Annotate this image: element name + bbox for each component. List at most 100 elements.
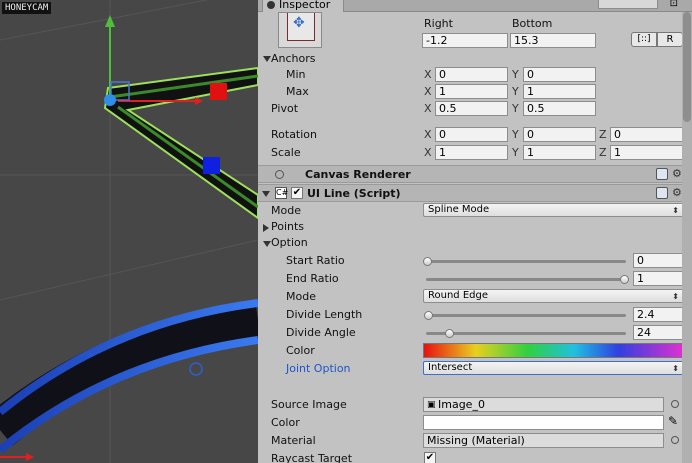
axis-y-label: Y	[512, 68, 519, 81]
bottom-field[interactable]: 15.3	[510, 33, 596, 48]
material-field[interactable]: Missing (Material)	[423, 433, 664, 448]
rotation-z-field[interactable]: 0	[610, 127, 683, 142]
start-ratio-slider-track[interactable]	[426, 260, 626, 263]
points-label[interactable]: Points	[271, 220, 304, 233]
axis-x-label: X	[424, 128, 432, 141]
option-fold-icon[interactable]	[263, 241, 271, 247]
bottom-label: Bottom	[512, 17, 553, 30]
dropdown-arrow-icon: ⬍	[672, 292, 679, 301]
mode-dropdown-value: Spline Mode	[428, 204, 490, 215]
points-fold-icon[interactable]	[263, 224, 269, 232]
divide-angle-slider-track[interactable]	[426, 332, 626, 335]
anchor-preset-icon: ✥	[293, 15, 305, 31]
ui-line-selected[interactable]	[103, 66, 258, 220]
image-icon: ▣	[427, 400, 436, 410]
help-icon[interactable]	[656, 187, 668, 199]
scale-y-field[interactable]: 1	[523, 145, 596, 160]
axis-z-label: Z	[599, 128, 607, 141]
watermark-label: HONEYCAM	[2, 2, 52, 14]
info-icon	[267, 1, 275, 9]
rotation-y-field[interactable]: 0	[523, 127, 596, 142]
option-label[interactable]: Option	[271, 236, 308, 249]
inspector-scrollbar-thumb[interactable]	[683, 12, 691, 122]
axis-x-label: X	[424, 102, 432, 115]
pivot-label: Pivot	[271, 102, 299, 115]
option-mode-dropdown[interactable]: Round Edge ⬍	[423, 289, 684, 303]
divide-length-label: Divide Length	[286, 308, 363, 321]
anchor-preset-button[interactable]: ✥	[278, 12, 322, 48]
source-image-field[interactable]: ▣ Image_0	[423, 397, 664, 412]
lock-icon[interactable]: ⊡	[670, 0, 678, 9]
material-label: Material	[271, 434, 316, 447]
tab-inspector[interactable]: Inspector	[262, 0, 344, 12]
raycast-target-label: Raycast Target	[271, 452, 353, 463]
axis-y-label: Y	[512, 146, 519, 159]
help-icon[interactable]	[656, 168, 668, 180]
anchors-fold-icon[interactable]	[263, 56, 271, 62]
end-ratio-field[interactable]: 1	[633, 271, 683, 286]
source-image-value: Image_0	[438, 398, 485, 411]
rotation-x-field[interactable]: 0	[435, 127, 508, 142]
right-field[interactable]: -1.2	[422, 33, 508, 48]
red-handle[interactable]	[210, 83, 227, 100]
mode-label: Mode	[271, 204, 301, 217]
inspector-panel: Inspector ⊡ ✥ Right Bottom -1.2 15.3 [::…	[258, 0, 692, 463]
right-label: Right	[424, 17, 453, 30]
scale-label: Scale	[271, 146, 301, 159]
start-ratio-slider-thumb[interactable]	[423, 257, 432, 266]
joint-option-label: Joint Option	[286, 362, 351, 375]
canvas-renderer-header[interactable]: Canvas Renderer ⚙	[258, 165, 692, 183]
axis-y-label: Y	[512, 85, 519, 98]
divide-angle-field[interactable]: 24	[633, 325, 683, 340]
divide-angle-slider-thumb[interactable]	[445, 329, 454, 338]
color-swatch-field[interactable]	[423, 415, 664, 430]
scene-view[interactable]: HONEYCAM	[0, 0, 258, 463]
gear-icon[interactable]: ⚙	[672, 186, 682, 199]
anchors-min-y-field[interactable]: 0	[523, 67, 596, 82]
end-ratio-slider-thumb[interactable]	[620, 275, 629, 284]
anchors-max-x-field[interactable]: 1	[435, 84, 508, 99]
anchors-min-label: Min	[286, 68, 306, 81]
divide-angle-label: Divide Angle	[286, 326, 356, 339]
ui-line-fold-icon[interactable]	[262, 191, 270, 197]
color-label: Color	[286, 344, 315, 357]
blue-handle[interactable]	[203, 157, 220, 174]
color-gradient-field[interactable]	[423, 343, 684, 358]
axis-x-label: X	[424, 146, 432, 159]
gear-icon[interactable]: ⚙	[672, 167, 682, 180]
start-ratio-label: Start Ratio	[286, 254, 345, 267]
pivot-x-field[interactable]: 0.5	[435, 101, 508, 116]
joint-option-dropdown[interactable]: Intersect ⬍	[423, 361, 684, 375]
dropdown-arrow-icon: ⬍	[672, 206, 679, 215]
axis-y-label: Y	[512, 128, 519, 141]
anchors-max-label: Max	[286, 85, 309, 98]
scene-canvas	[0, 0, 258, 463]
divide-length-slider-thumb[interactable]	[424, 311, 433, 320]
blueprint-mode-button[interactable]: [::]	[631, 32, 657, 47]
divide-length-field[interactable]: 2.4	[633, 307, 683, 322]
ui-line-enabled-checkbox[interactable]: ✔	[291, 187, 303, 199]
object-picker-icon[interactable]	[671, 400, 679, 408]
ui-line-header[interactable]: C# ✔ UI Line (Script) ⚙	[258, 184, 692, 202]
eyedropper-icon[interactable]: ✎	[668, 414, 678, 428]
mode-dropdown[interactable]: Spline Mode ⬍	[423, 203, 684, 217]
option-mode-dropdown-value: Round Edge	[428, 290, 488, 301]
end-ratio-slider-track[interactable]	[426, 278, 626, 281]
anchors-max-y-field[interactable]: 1	[523, 84, 596, 99]
scale-z-field[interactable]: 1	[610, 145, 683, 160]
ui-line-arc[interactable]	[0, 299, 258, 454]
rotation-label: Rotation	[271, 128, 318, 141]
axis-z-label: Z	[599, 146, 607, 159]
source-image-label: Source Image	[271, 398, 347, 411]
start-ratio-field[interactable]: 0	[633, 253, 683, 268]
anchors-min-x-field[interactable]: 0	[435, 67, 508, 82]
divide-length-slider-track[interactable]	[426, 314, 626, 317]
axis-y-label: Y	[512, 102, 519, 115]
scale-x-field[interactable]: 1	[435, 145, 508, 160]
object-picker-icon[interactable]	[671, 436, 679, 444]
axis-x-label: X	[424, 85, 432, 98]
raycast-target-checkbox[interactable]: ✔	[424, 452, 436, 463]
pivot-y-field[interactable]: 0.5	[523, 101, 596, 116]
color2-label: Color	[271, 416, 300, 429]
raw-edit-button[interactable]: R	[657, 32, 683, 47]
